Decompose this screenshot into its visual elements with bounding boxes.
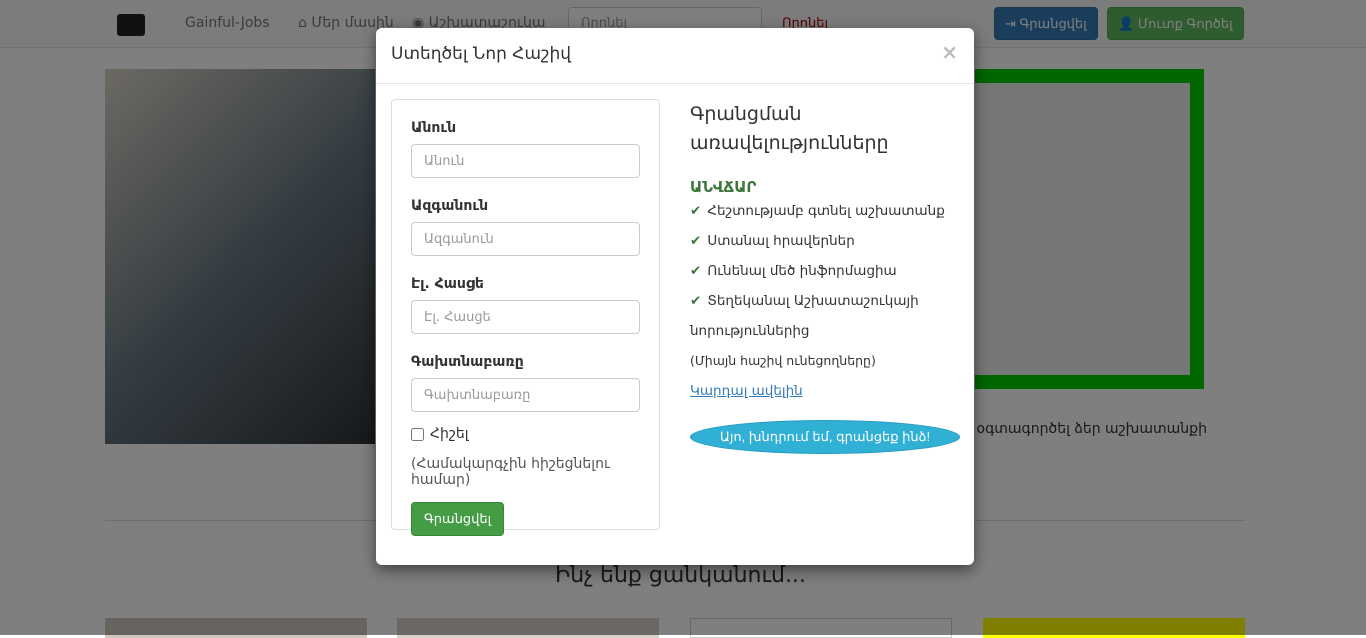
register-me-button[interactable]: Այո, խնդրում եմ, գրանցեք ինձ! <box>690 420 960 454</box>
first-name-label: Անուն <box>411 120 457 136</box>
email-label: Էլ. Հասցե <box>411 276 484 292</box>
check-icon: ✔ <box>690 233 702 249</box>
register-modal: Ստեղծել Նոր Հաշիվ × Անուն Ազգանուն Էլ. Հ… <box>376 28 974 565</box>
check-icon: ✔ <box>690 263 702 279</box>
benefit-text: Ունենալ մեծ ինֆորմացիա <box>707 263 897 279</box>
last-name-label: Ազգանուն <box>411 198 489 214</box>
benefit-item: ✔ Հեշտությամբ գտնել աշխատանք <box>690 196 960 226</box>
free-label: ԱՆՎՃԱՐ <box>690 178 757 196</box>
benefit-item: ✔ Ունենալ մեծ ինֆորմացիա <box>690 256 960 286</box>
benefit-continuation: նորություններից <box>690 323 810 339</box>
benefit-item: ✔ Տեղեկանալ Աշխատաշուկայի <box>690 286 960 316</box>
password-label: Գախտնաբառը <box>411 354 524 370</box>
benefit-text: Հեշտությամբ գտնել աշխատանք <box>707 203 945 219</box>
modal-title: Ստեղծել Նոր Հաշիվ <box>376 28 974 84</box>
remember-label: Հիշել <box>430 426 469 442</box>
remember-checkbox[interactable] <box>411 427 424 441</box>
close-icon[interactable]: × <box>941 40 958 64</box>
first-name-input[interactable] <box>411 144 640 178</box>
benefit-item: ✔ Ստանալ հրավերներ <box>690 226 960 256</box>
submit-register-button[interactable]: Գրանցվել <box>411 502 505 536</box>
benefit-text: Տեղեկանալ Աշխատաշուկայի <box>707 293 919 309</box>
check-icon: ✔ <box>690 203 702 219</box>
check-icon: ✔ <box>690 293 702 309</box>
password-input[interactable] <box>411 378 640 412</box>
email-input[interactable] <box>411 300 640 334</box>
benefit-text: Ստանալ հրավերներ <box>707 233 855 249</box>
register-form: Անուն Ազգանուն Էլ. Հասցե Գախտնաբառը Հիշե… <box>391 99 660 536</box>
remember-hint: (Համակարգչին հիշեցնելու համար) <box>411 456 611 488</box>
benefits-panel: Գրանցման առավելությունները ԱՆՎՃԱՐ ✔ Հեշտո… <box>690 100 960 454</box>
last-name-input[interactable] <box>411 222 640 256</box>
benefits-title: Գրանցման առավելությունները <box>690 103 889 154</box>
read-more-link[interactable]: Կարդալ ավելին <box>690 383 803 399</box>
benefits-note: (Միայն հաշիվ ունեցողները) <box>690 353 876 368</box>
